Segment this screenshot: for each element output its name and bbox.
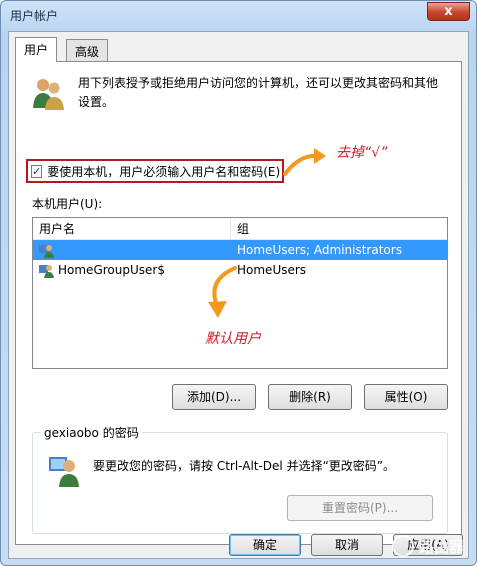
- user-icon: [39, 265, 54, 278]
- require-login-checkbox[interactable]: ✓: [31, 164, 43, 178]
- annotation-remove-check: 去掉“√”: [336, 145, 388, 161]
- username-cell: HomeGroupUser$: [58, 263, 165, 277]
- watermark-logo-icon: [391, 535, 414, 557]
- add-user-button[interactable]: 添加(D)...: [172, 384, 256, 410]
- local-users-label: 本机用户(U):: [32, 197, 103, 211]
- users-icon: [33, 79, 64, 110]
- description-text: 用下列表授予或拒绝用户访问您的计算机，还可以更改其密码和其他设置。: [78, 76, 439, 109]
- require-login-label: 要使用本机，用户必须输入用户名和密码(E): [47, 164, 281, 179]
- close-button[interactable]: x: [427, 2, 470, 21]
- watermark: 路由器: [391, 535, 464, 557]
- title-bar[interactable]: 用户帐户 x: [1, 1, 476, 31]
- tab-users[interactable]: 用户: [15, 37, 58, 62]
- group-cell: HomeUsers; Administrators: [237, 243, 402, 257]
- password-instructions: 要更改您的密码，请按 Ctrl-Alt-Del 并选择“更改密码”。: [93, 459, 396, 473]
- window-title: 用户帐户: [10, 9, 59, 23]
- password-group-title: gexiaobo 的密码: [41, 424, 142, 441]
- table-row[interactable]: HomeUsers; Administrators: [33, 240, 447, 260]
- annotation-default-user: 默认用户: [205, 331, 261, 347]
- user-password-icon: [49, 457, 79, 487]
- user-icon: [39, 245, 54, 258]
- column-header-username[interactable]: 用户名: [33, 218, 231, 239]
- dialog-client: 用户 高级 用下列表授予或拒绝用户访问您的计算机，还可以更改其密码和其他设置。 …: [8, 31, 469, 559]
- arrow-icon: [208, 266, 237, 318]
- list-header: 用户名 组: [33, 218, 447, 240]
- reset-password-button[interactable]: 重置密码(P)...: [287, 495, 433, 521]
- users-list[interactable]: 用户名 组 HomeUsers; Administrators HomeGrou…: [32, 217, 448, 369]
- ok-button[interactable]: 确定: [229, 534, 301, 556]
- cancel-button[interactable]: 取消: [311, 534, 383, 556]
- password-group: gexiaobo 的密码 要更改您的密码，请按 Ctrl-Alt-Del 并选择…: [32, 424, 448, 534]
- require-login-checkbox-row[interactable]: ✓ 要使用本机，用户必须输入用户名和密码(E): [26, 159, 284, 183]
- users-tab-panel: 用下列表授予或拒绝用户访问您的计算机，还可以更改其密码和其他设置。 ✓ 要使用本…: [15, 61, 462, 545]
- close-icon: x: [444, 4, 453, 19]
- watermark-text: 路由器: [418, 537, 464, 556]
- column-header-group[interactable]: 组: [231, 220, 249, 237]
- arrow-icon: [283, 148, 326, 176]
- user-accounts-window: 用户帐户 x 用户 高级 用下列表授予或拒绝用户访问您的计算机，还可以更改其密码…: [0, 0, 477, 566]
- properties-button[interactable]: 属性(O): [364, 384, 448, 410]
- tab-advanced[interactable]: 高级: [66, 39, 109, 61]
- delete-user-button[interactable]: 删除(R): [268, 384, 352, 410]
